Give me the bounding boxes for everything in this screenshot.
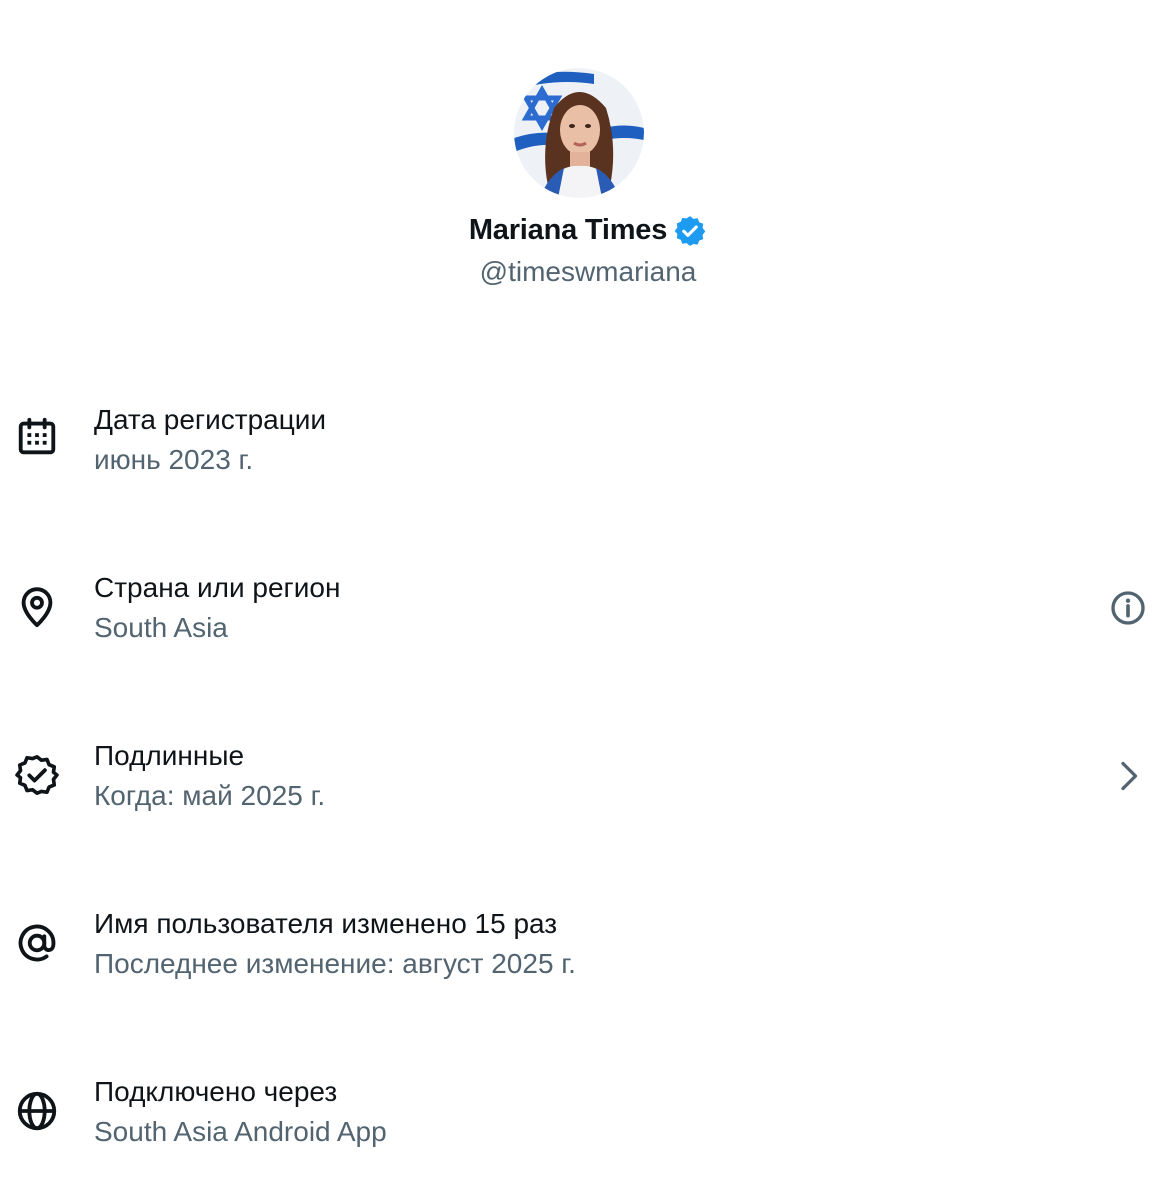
info-row-authentic[interactable]: Подлинные Когда: май 2025 г. <box>0 728 1176 838</box>
info-row-country: Страна или регион South Asia <box>0 560 1176 670</box>
chevron-right-icon[interactable] <box>1108 756 1148 796</box>
info-row-title: Подключено через <box>94 1076 338 1107</box>
info-row-value: июнь 2023 г. <box>94 444 254 475</box>
name-row: Mariana Times <box>0 212 1176 248</box>
at-sign-icon <box>18 924 56 962</box>
info-icon[interactable] <box>1108 588 1148 628</box>
avatar[interactable] <box>514 68 644 198</box>
globe-icon <box>17 1091 57 1131</box>
avatar-photo <box>514 68 644 198</box>
display-name: Mariana Times <box>468 213 668 246</box>
info-row-username-changes: Имя пользователя изменено 15 раз Последн… <box>0 896 1176 1006</box>
info-row-title: Подлинные <box>94 740 245 771</box>
info-row-connected-via: Подключено через South Asia Android App <box>0 1064 1176 1174</box>
info-row-title: Имя пользователя изменено 15 раз <box>94 908 558 939</box>
verified-badge-outline-icon <box>15 754 59 796</box>
info-row-value: Последнее изменение: август 2025 г. <box>94 948 576 979</box>
location-pin-icon <box>21 587 53 628</box>
info-row-title: Дата регистрации <box>94 404 327 435</box>
user-handle: @timeswmariana <box>479 256 697 287</box>
info-row-value: Когда: май 2025 г. <box>94 780 326 811</box>
verified-badge-icon[interactable] <box>673 214 707 248</box>
info-row-value: South Asia Android App <box>94 1116 387 1147</box>
info-row-joined: Дата регистрации июнь 2023 г. <box>0 392 1176 502</box>
calendar-icon <box>18 417 56 455</box>
info-row-value: South Asia <box>94 612 228 643</box>
info-row-title: Страна или регион <box>94 572 341 603</box>
